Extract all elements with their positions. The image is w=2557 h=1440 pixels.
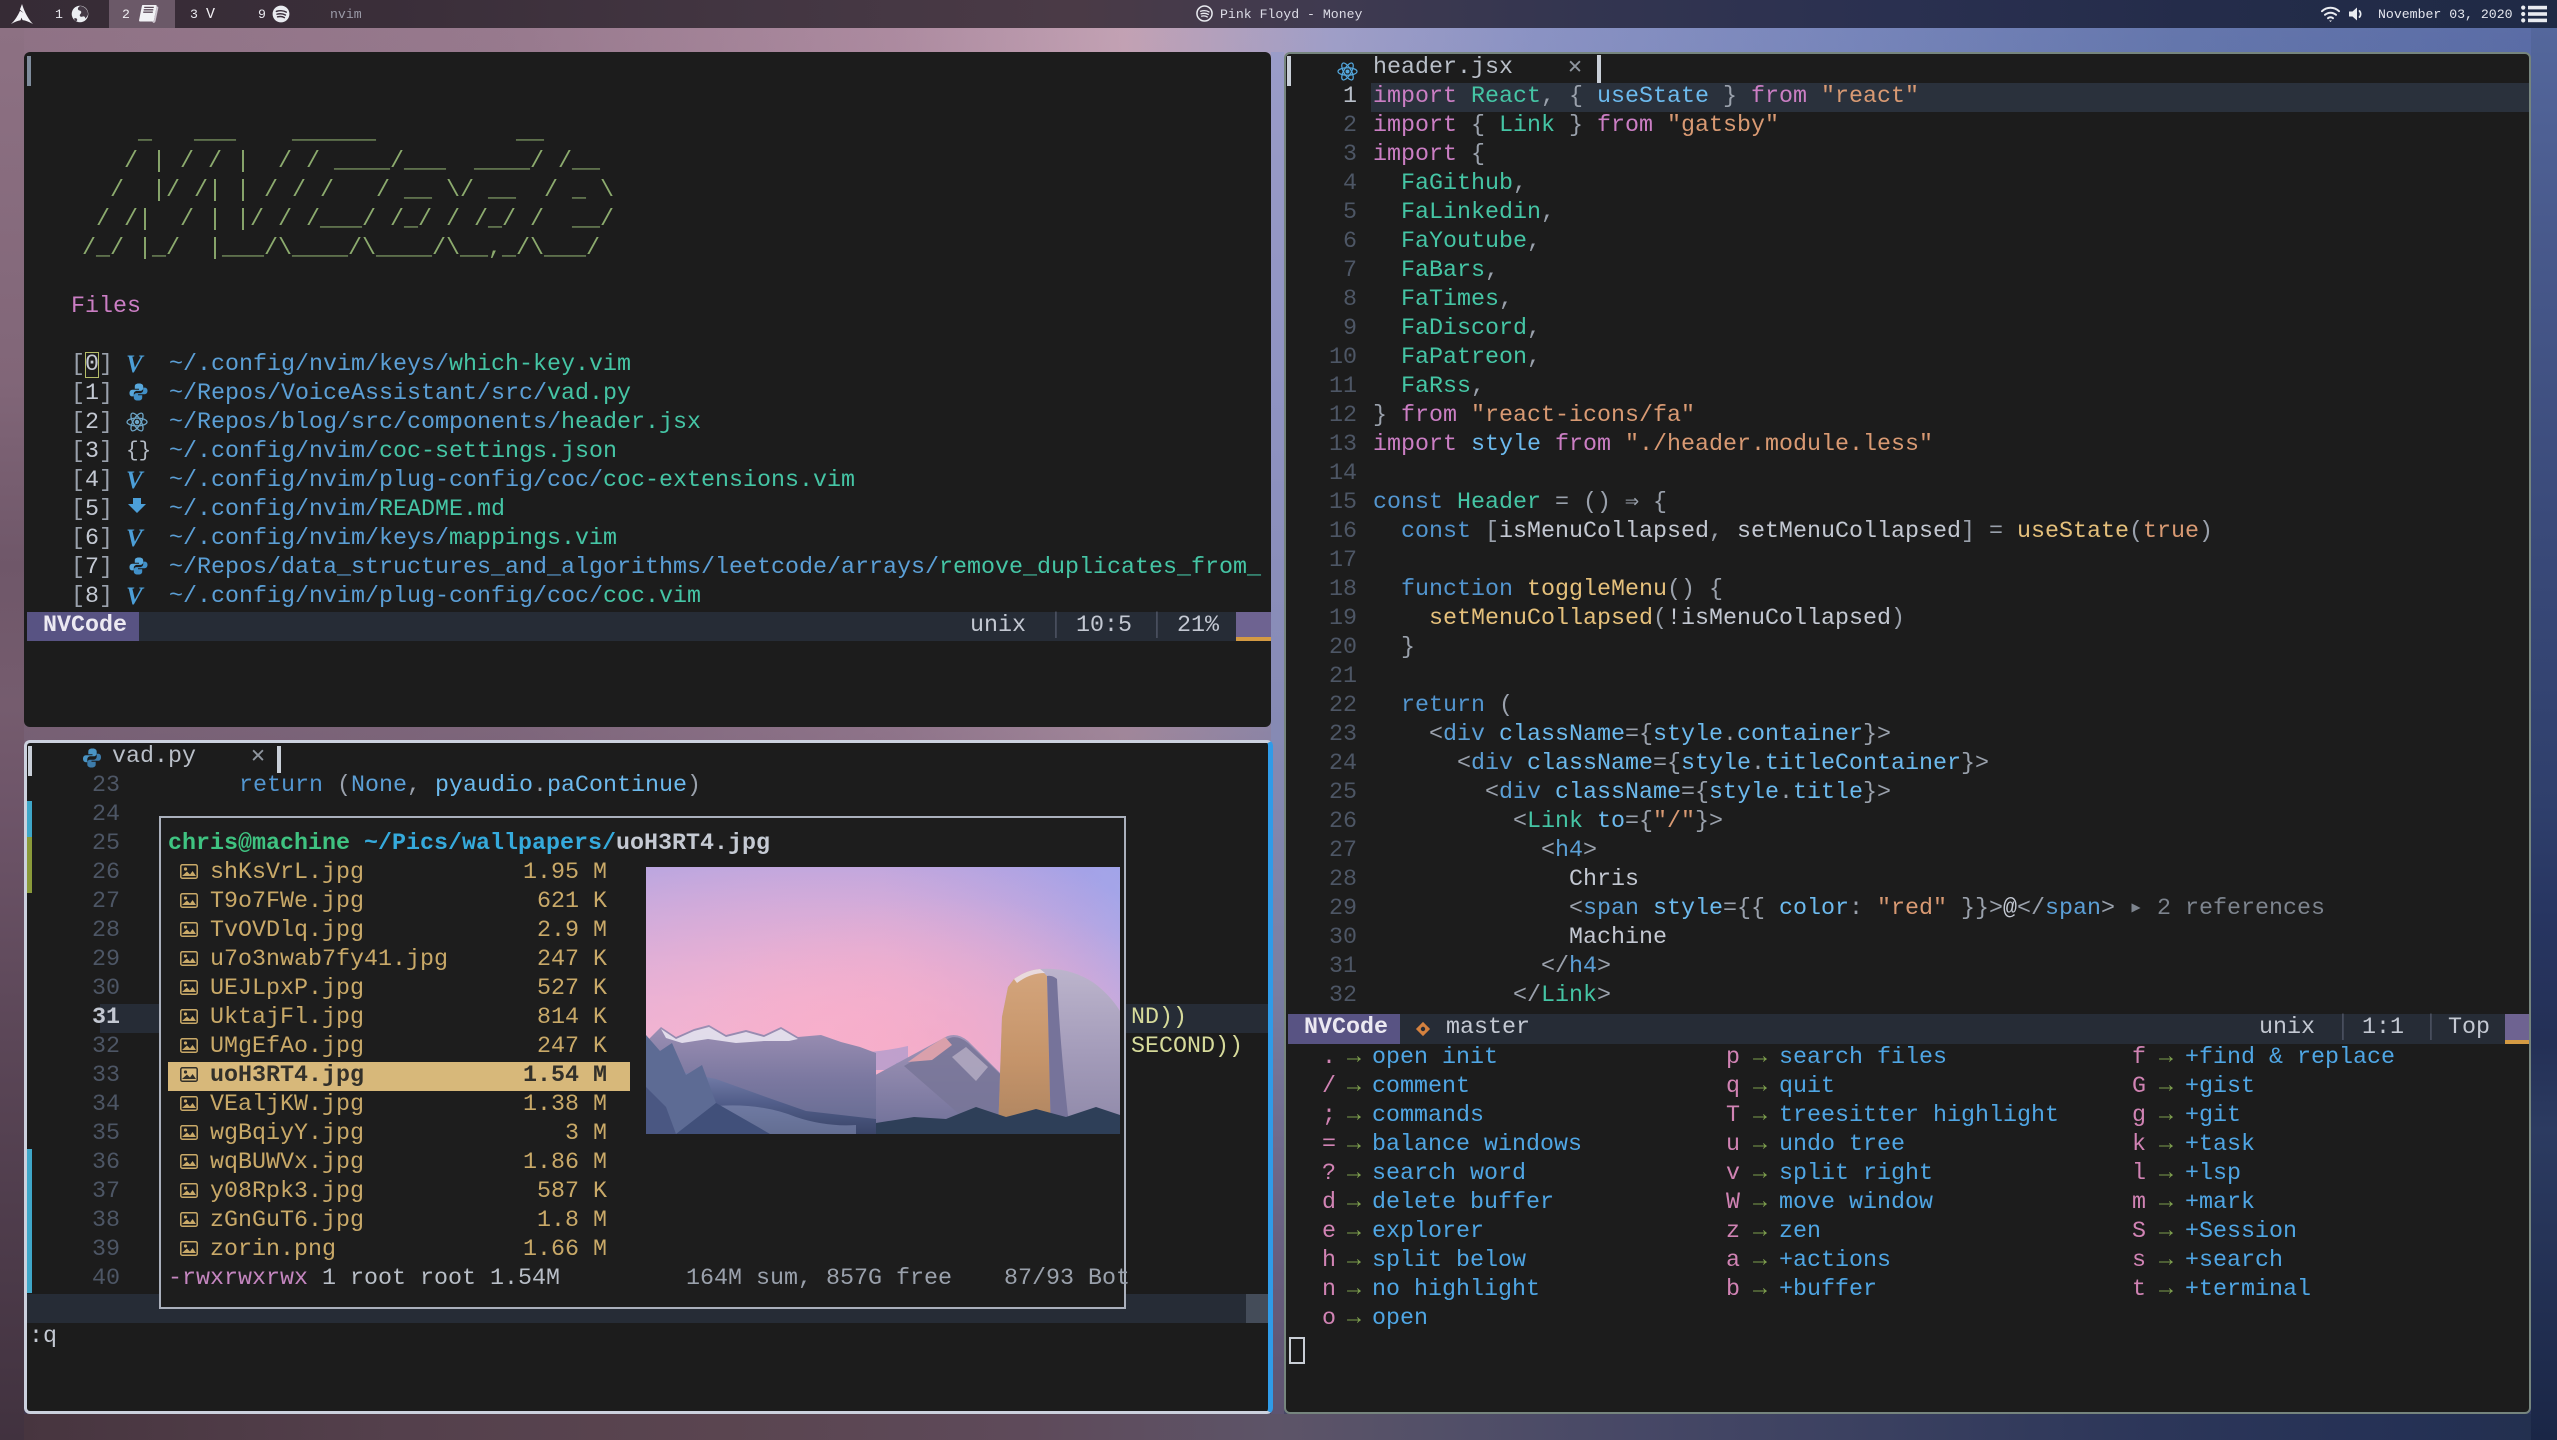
svg-text:{}: {} — [126, 440, 151, 463]
